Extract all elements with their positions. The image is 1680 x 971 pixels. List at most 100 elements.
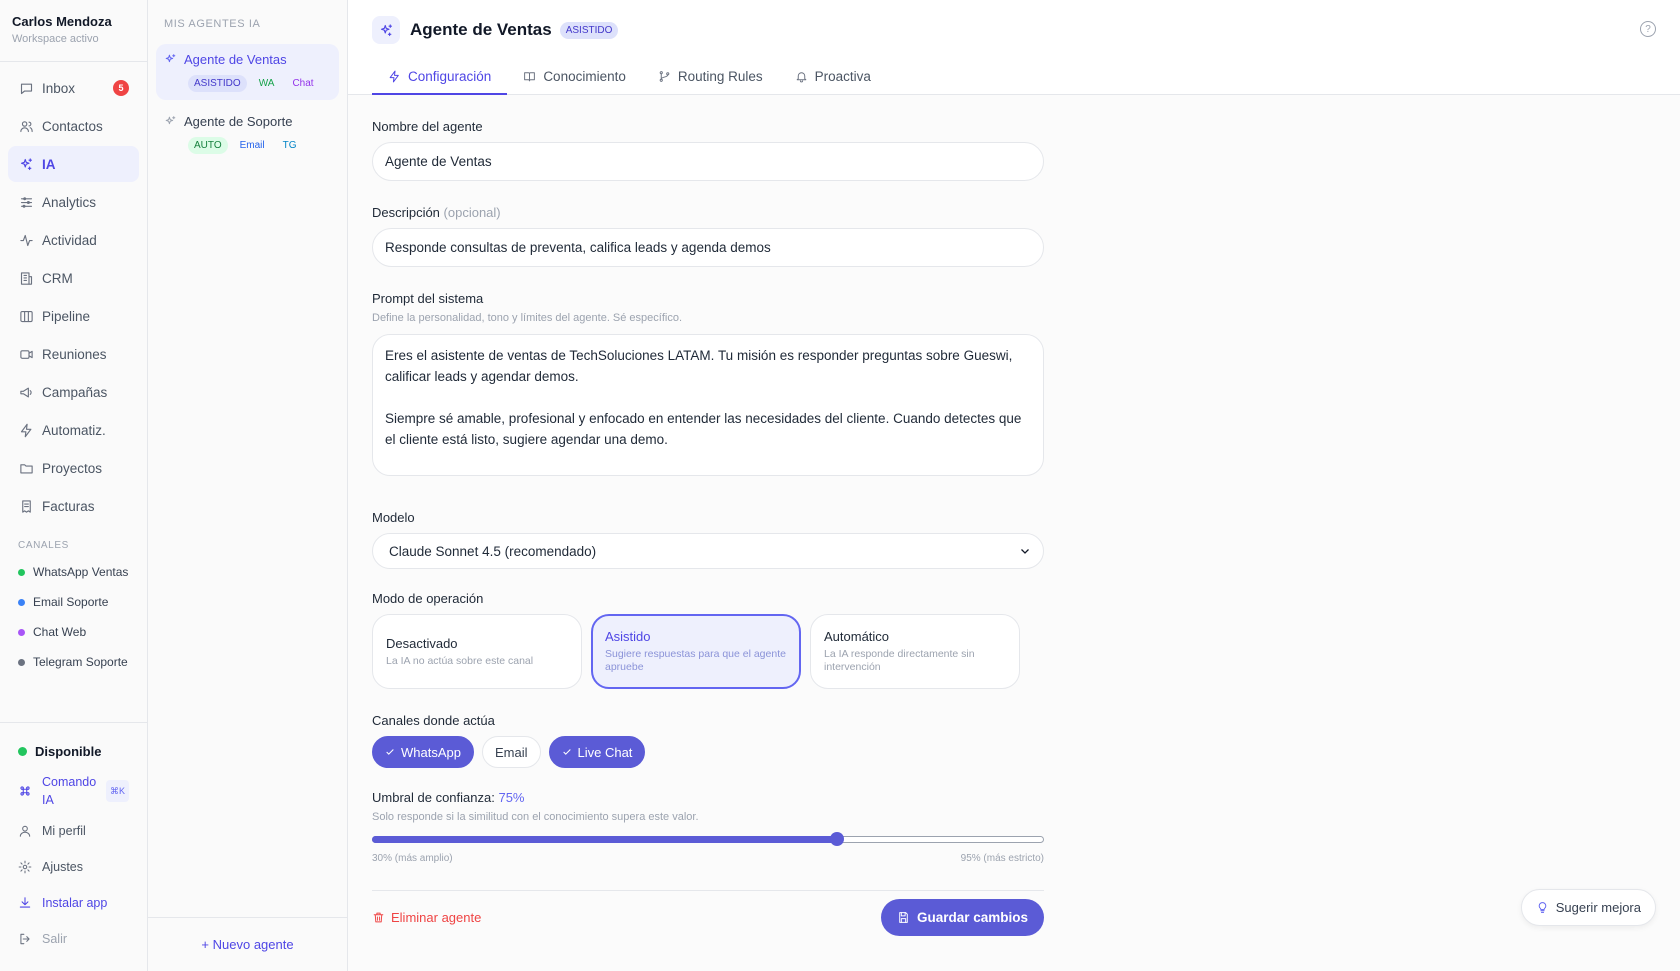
sparkles-icon <box>18 156 34 172</box>
agents-panel: MIS AGENTES IA Agente de Ventas ASISTIDO… <box>148 0 348 971</box>
title-row: Agente de Ventas ASISTIDO <box>372 0 1656 60</box>
mode-title: Desactivado <box>386 635 458 651</box>
channel-chip-email[interactable]: Email <box>481 736 541 768</box>
suggest-improvement-button[interactable]: Sugerir mejora <box>1520 889 1656 926</box>
mode-description: La IA no actúa sobre este canal <box>386 654 534 667</box>
sidebar-item-pipeline[interactable]: Pipeline <box>8 298 139 334</box>
folder-icon <box>18 460 34 476</box>
settings-link[interactable]: Ajustes <box>8 849 139 885</box>
sidebar-item-reuniones[interactable]: Reuniones <box>8 336 139 372</box>
agent-config-main: Agente de Ventas ASISTIDO ? Configuració… <box>348 0 1680 971</box>
sidebar-item-inbox[interactable]: Inbox 5 <box>8 70 139 106</box>
mode-description: La IA responde directamente sin interven… <box>824 648 975 673</box>
mode-option-asistido[interactable]: Asistido Sugiere respuestas para que el … <box>591 614 801 689</box>
model-label: Modelo <box>372 510 415 525</box>
tab-proactiva[interactable]: Proactiva <box>779 60 887 95</box>
main-sidebar: Carlos Mendoza Workspace activo Inbox 5 … <box>0 0 148 971</box>
sidebar-item-campanas[interactable]: Campañas <box>8 374 139 410</box>
sliders-icon <box>18 194 34 210</box>
branch-icon <box>658 70 672 83</box>
save-button[interactable]: Guardar cambios <box>880 899 1044 936</box>
command-label: Comando IA <box>42 775 97 807</box>
model-select[interactable]: Claude Sonnet 4.5 (recomendado) <box>372 533 1044 569</box>
chip-label: Live Chat <box>577 744 633 760</box>
name-label: Nombre del agente <box>372 119 483 134</box>
logout-link[interactable]: Salir <box>8 921 139 957</box>
channel-chips: WhatsApp Email Live Chat <box>372 736 1020 768</box>
status-dot <box>18 658 25 666</box>
sidebar-item-automatiz[interactable]: Automatiz. <box>8 412 139 448</box>
system-prompt-textarea[interactable]: Eres el asistente de ventas de TechSoluc… <box>372 334 1044 476</box>
mode-option-automatico[interactable]: Automático La IA responde directamente s… <box>810 614 1020 689</box>
mode-option-desactivado[interactable]: Desactivado La IA no actúa sobre este ca… <box>372 614 582 689</box>
tab-label: Configuración <box>408 69 492 84</box>
sidebar-item-proyectos[interactable]: Proyectos <box>8 450 139 486</box>
settings-label: Ajustes <box>42 860 83 874</box>
threshold-label-text: Umbral de confianza: <box>372 790 495 805</box>
profile-label: Mi perfil <box>42 824 86 838</box>
save-label: Guardar cambios <box>916 910 1028 925</box>
sidebar-item-actividad[interactable]: Actividad <box>8 222 139 258</box>
sidebar-item-crm[interactable]: CRM <box>8 260 139 296</box>
channel-item-telegram[interactable]: Telegram Soporte <box>0 647 147 677</box>
profile-link[interactable]: Mi perfil <box>8 813 139 849</box>
mode-title: Asistido <box>605 629 651 644</box>
user-name: Carlos Mendoza <box>12 14 112 29</box>
slider-range-labels: 30% (más amplio) 95% (más estricto) <box>372 853 1044 864</box>
new-agent-button[interactable]: + Nuevo agente <box>148 917 347 971</box>
workspace-status: Workspace activo <box>12 33 99 45</box>
tab-conocimiento[interactable]: Conocimiento <box>507 60 642 95</box>
description-field[interactable]: Responde consultas de preventa, califica… <box>372 228 1044 267</box>
status-dot <box>18 628 25 636</box>
threshold-value: 75% <box>498 790 525 805</box>
sidebar-item-label: Contactos <box>42 118 103 134</box>
sidebar-item-facturas[interactable]: Facturas <box>8 488 139 524</box>
save-icon <box>897 911 910 924</box>
availability-label: Disponible <box>35 743 102 759</box>
channel-chip-whatsapp[interactable]: WhatsApp <box>372 736 474 768</box>
help-icon[interactable]: ? <box>1640 21 1656 37</box>
channel-tag-email: Email <box>239 140 265 151</box>
sidebar-item-label: Proyectos <box>42 460 103 476</box>
sidebar-item-analytics[interactable]: Analytics <box>8 184 139 220</box>
config-form: Nombre del agente Agente de Ventas Descr… <box>348 95 1044 936</box>
agent-item-soporte[interactable]: Agente de Soporte AUTO Email TG <box>156 106 339 162</box>
command-ia-button[interactable]: Comando IA ⌘K <box>8 769 139 813</box>
delete-agent-button[interactable]: Eliminar agente <box>372 910 481 925</box>
install-app-link[interactable]: Instalar app <box>8 885 139 921</box>
agent-name-field[interactable]: Agente de Ventas <box>372 142 1044 181</box>
channel-chip-live-chat[interactable]: Live Chat <box>548 736 646 768</box>
page-title: Agente de Ventas <box>410 20 552 39</box>
range-max-label: 95% (más estricto) <box>960 853 1044 864</box>
status-dot <box>18 568 25 576</box>
agent-item-ventas[interactable]: Agente de Ventas ASISTIDO WA Chat <box>156 44 339 100</box>
channel-item-email[interactable]: Email Soporte <box>0 587 147 617</box>
tab-label: Routing Rules <box>677 69 763 84</box>
sidebar-footer: Disponible Comando IA ⌘K Mi perfil Ajust… <box>0 722 147 971</box>
sidebar-item-label: Inbox <box>42 80 76 96</box>
mode-description: Sugiere respuestas para que el agente ap… <box>605 648 786 673</box>
unread-badge: 5 <box>113 80 129 96</box>
description-label-text: Descripción <box>372 205 440 220</box>
bolt-icon <box>18 422 34 438</box>
gear-icon <box>18 860 34 874</box>
tab-routing-rules[interactable]: Routing Rules <box>642 60 779 95</box>
shortcut-badge: ⌘K <box>105 780 129 802</box>
sidebar-item-contactos[interactable]: Contactos <box>8 108 139 144</box>
tab-configuracion[interactable]: Configuración <box>372 60 508 95</box>
channel-item-whatsapp[interactable]: WhatsApp Ventas <box>0 557 147 587</box>
slider-fill <box>372 836 838 843</box>
threshold-slider[interactable] <box>372 832 1044 846</box>
sidebar-item-ia[interactable]: IA <box>8 146 139 182</box>
agent-name: Agente de Soporte <box>184 114 293 129</box>
video-icon <box>18 346 34 362</box>
user-header[interactable]: Carlos Mendoza Workspace activo <box>0 0 147 62</box>
status-dot <box>18 598 25 606</box>
agent-tags: AUTO Email TG <box>188 137 331 154</box>
channel-item-chat[interactable]: Chat Web <box>0 617 147 647</box>
prompt-label: Prompt del sistema <box>372 291 484 306</box>
agent-name: Agente de Ventas <box>184 52 287 67</box>
sidebar-item-label: Pipeline <box>42 308 91 324</box>
availability-toggle[interactable]: Disponible <box>8 733 139 769</box>
slider-thumb[interactable] <box>830 832 845 846</box>
